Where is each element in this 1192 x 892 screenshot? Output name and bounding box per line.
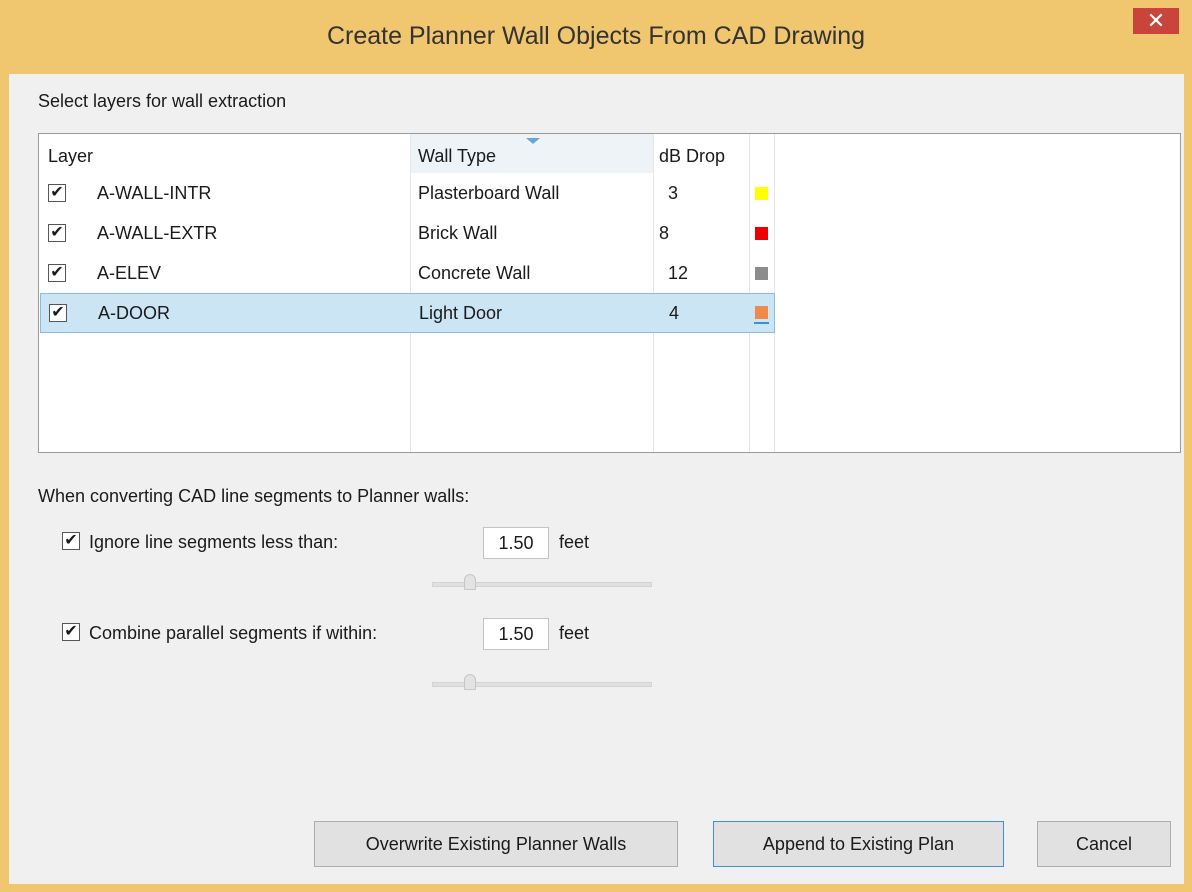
layer-color-swatch[interactable] — [755, 306, 768, 319]
dialog-window: Create Planner Wall Objects From CAD Dra… — [0, 0, 1192, 892]
ignore-length-input[interactable]: 1.50 — [483, 527, 549, 559]
layers-section-label: Select layers for wall extraction — [38, 91, 287, 111]
append-plan-button[interactable]: Append to Existing Plan — [713, 821, 1004, 867]
dialog-title: Create Planner Wall Objects From CAD Dra… — [326, 22, 866, 50]
combine-distance-input[interactable]: 1.50 — [483, 618, 549, 650]
column-header-wall-type[interactable]: Wall Type — [418, 134, 496, 173]
overwrite-walls-button[interactable]: Overwrite Existing Planner Walls — [314, 821, 678, 867]
column-header-db-drop[interactable]: dB Drop — [659, 134, 725, 173]
layer-name: A-WALL-EXTR — [97, 223, 218, 243]
table-row-selected[interactable]: ✔ A-DOOR Light Door 4 — [40, 293, 775, 333]
color-picker-underline — [754, 322, 769, 324]
layers-grid[interactable]: Layer Wall Type dB Drop ✔ A-WALL-INTR Pl… — [38, 133, 1181, 453]
conversion-section-label: When converting CAD line segments to Pla… — [38, 486, 470, 506]
layer-name: A-ELEV — [97, 263, 162, 283]
combine-segments-checkbox[interactable]: ✔ — [62, 623, 80, 641]
ignore-slider-thumb[interactable] — [464, 574, 476, 590]
column-header-layer[interactable]: Layer — [48, 134, 93, 173]
layer-checkbox[interactable]: ✔ — [48, 264, 66, 282]
layer-checkbox[interactable]: ✔ — [48, 184, 66, 202]
layer-checkbox[interactable]: ✔ — [48, 224, 66, 242]
dialog-body: Select layers for wall extraction Layer … — [9, 74, 1184, 884]
layer-color-swatch[interactable] — [755, 267, 768, 280]
table-row[interactable]: ✔ A-WALL-EXTR Brick Wall 8 — [39, 213, 774, 253]
db-drop-value[interactable]: 3 — [668, 173, 678, 213]
layer-color-swatch[interactable] — [755, 227, 768, 240]
cancel-button[interactable]: Cancel — [1037, 821, 1171, 867]
close-button[interactable]: ✕ — [1133, 8, 1179, 34]
table-row[interactable]: ✔ A-WALL-INTR Plasterboard Wall 3 — [39, 173, 774, 213]
combine-segments-label: Combine parallel segments if within: — [89, 623, 378, 643]
ignore-segments-checkbox[interactable]: ✔ — [62, 532, 80, 550]
ignore-unit-label: feet — [559, 532, 590, 552]
combine-slider-thumb[interactable] — [464, 674, 476, 690]
ignore-segments-label: Ignore line segments less than: — [89, 532, 339, 552]
sort-descending-icon — [526, 138, 540, 144]
layer-checkbox[interactable]: ✔ — [49, 304, 67, 322]
db-drop-value[interactable]: 4 — [669, 293, 679, 333]
db-drop-value[interactable]: 8 — [659, 213, 669, 253]
layer-color-swatch[interactable] — [755, 187, 768, 200]
wall-type-value[interactable]: Brick Wall — [418, 213, 497, 253]
layer-name: A-WALL-INTR — [97, 183, 212, 203]
layer-name: A-DOOR — [98, 303, 170, 323]
wall-type-value[interactable]: Plasterboard Wall — [418, 173, 559, 213]
combine-unit-label: feet — [559, 623, 590, 643]
table-row[interactable]: ✔ A-ELEV Concrete Wall 12 — [39, 253, 774, 293]
title-bar[interactable]: Create Planner Wall Objects From CAD Dra… — [0, 0, 1192, 80]
wall-type-value[interactable]: Light Door — [419, 293, 502, 333]
db-drop-value[interactable]: 12 — [668, 253, 688, 293]
wall-type-value[interactable]: Concrete Wall — [418, 253, 530, 293]
